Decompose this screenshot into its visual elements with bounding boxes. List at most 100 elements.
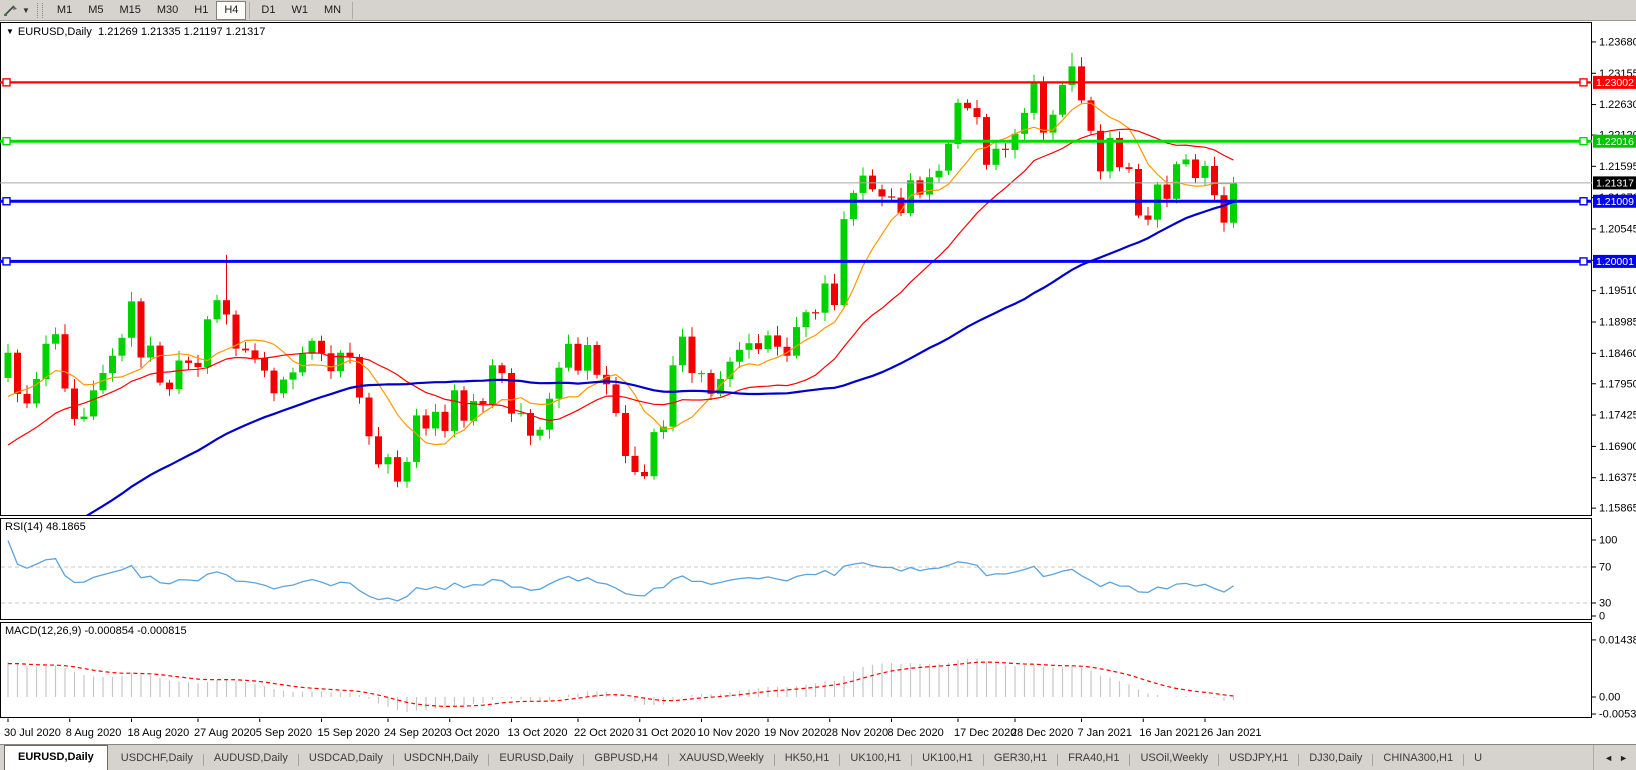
svg-text:1.20001: 1.20001 <box>1596 256 1634 268</box>
svg-text:10 Nov 2020: 10 Nov 2020 <box>698 727 760 739</box>
svg-text:24 Sep 2020: 24 Sep 2020 <box>384 727 446 739</box>
svg-text:0: 0 <box>1599 611 1605 623</box>
dropdown-caret-icon: ▼ <box>22 5 30 15</box>
chart-area[interactable]: 1.236801.231551.226301.221201.215951.210… <box>0 0 1636 744</box>
svg-text:1.16900: 1.16900 <box>1599 441 1636 453</box>
mt4-window: { "toolbar": { "timeframes": ["M1","M5",… <box>0 0 1636 770</box>
svg-text:22 Oct 2020: 22 Oct 2020 <box>574 727 634 739</box>
timeframe-M15[interactable]: M15 <box>111 1 148 20</box>
svg-text:8 Dec 2020: 8 Dec 2020 <box>888 727 944 739</box>
chart-title: ▼ EURUSD,Daily 1.21269 1.21335 1.21197 1.… <box>6 26 265 38</box>
svg-text:1.18985: 1.18985 <box>1599 317 1636 329</box>
macd-label: MACD(12,26,9) -0.000854 -0.000815 <box>5 625 187 637</box>
svg-text:1.20545: 1.20545 <box>1599 223 1636 235</box>
price-badge-1.23002: 1.23002 <box>1593 75 1636 89</box>
chart-tab-XAUUSD-Weekly[interactable]: XAUUSD,Weekly <box>669 747 774 770</box>
timeframe-H1[interactable]: H1 <box>186 1 216 20</box>
chart-tab-USDCHF-Daily[interactable]: USDCHF,Daily <box>111 747 203 770</box>
svg-text:1.21317: 1.21317 <box>1596 178 1634 190</box>
svg-text:-0.005396: -0.005396 <box>1599 709 1636 721</box>
tab-scroll-left-icon[interactable]: ◄ <box>1604 753 1613 763</box>
chart-tab-U[interactable]: U <box>1464 747 1492 770</box>
chart-tab-DJ30-Daily[interactable]: DJ30,Daily <box>1299 747 1372 770</box>
svg-text:1.22016: 1.22016 <box>1596 136 1634 148</box>
chart-tab-UK100-H1[interactable]: UK100,H1 <box>912 747 983 770</box>
svg-text:100: 100 <box>1599 535 1617 547</box>
line-handle[interactable] <box>2 136 11 146</box>
svg-text:1.23680: 1.23680 <box>1599 36 1636 48</box>
svg-text:1.16375: 1.16375 <box>1599 472 1636 484</box>
line-handle[interactable] <box>1579 257 1588 266</box>
timeframe-W1[interactable]: W1 <box>283 1 316 20</box>
svg-text:3 Oct 2020: 3 Oct 2020 <box>446 727 500 739</box>
svg-text:70: 70 <box>1599 562 1611 574</box>
line-handle[interactable] <box>1579 136 1588 146</box>
svg-text:1.17425: 1.17425 <box>1599 410 1636 422</box>
svg-text:0.00: 0.00 <box>1599 692 1620 704</box>
toolbar-separator <box>249 1 251 19</box>
toolbar-grip[interactable] <box>36 2 43 18</box>
svg-text:1.15865: 1.15865 <box>1599 503 1636 515</box>
chart-tab-UK100-H1[interactable]: UK100,H1 <box>840 747 911 770</box>
chart-symbol-label: EURUSD,Daily <box>17 26 92 38</box>
svg-text:13 Oct 2020: 13 Oct 2020 <box>508 727 568 739</box>
chart-tab-CHINA300-H1[interactable]: CHINA300,H1 <box>1373 747 1463 770</box>
toolbar-separator <box>352 1 354 19</box>
svg-text:16 Jan 2021: 16 Jan 2021 <box>1139 727 1200 739</box>
svg-text:1.21595: 1.21595 <box>1599 161 1636 173</box>
svg-text:31 Oct 2020: 31 Oct 2020 <box>636 727 696 739</box>
chart-quote-line: 1.21269 1.21335 1.21197 1.21317 <box>98 26 266 38</box>
timeframe-H4[interactable]: H4 <box>216 0 247 20</box>
chart-tab-GER30-H1[interactable]: GER30,H1 <box>984 747 1057 770</box>
svg-text:1.18460: 1.18460 <box>1599 348 1636 360</box>
chart-tab-FRA40-H1[interactable]: FRA40,H1 <box>1058 747 1129 770</box>
line-handle[interactable] <box>2 78 11 87</box>
drawing-tool-icon <box>4 5 17 16</box>
svg-text:5 Sep 2020: 5 Sep 2020 <box>256 727 312 739</box>
chart-tab-GBPUSD-H4[interactable]: GBPUSD,H4 <box>584 747 668 770</box>
timeframe-D1[interactable]: D1 <box>253 1 283 20</box>
svg-text:30: 30 <box>1599 598 1611 610</box>
timeframe-M5[interactable]: M5 <box>80 1 111 20</box>
line-handle[interactable] <box>2 197 11 206</box>
svg-text:19 Nov 2020: 19 Nov 2020 <box>764 727 826 739</box>
timeframe-toolbar: ▼ M1 M5 M15 M30 H1 H4 D1 W1 MN <box>0 0 1636 21</box>
svg-text:1.19510: 1.19510 <box>1599 285 1636 297</box>
chart-tab-USOil-Weekly[interactable]: USOil,Weekly <box>1130 747 1218 770</box>
chart-tab-EURUSD-Daily[interactable]: EURUSD,Daily <box>4 745 108 770</box>
svg-text:27 Aug 2020: 27 Aug 2020 <box>194 727 256 739</box>
svg-text:17 Dec 2020: 17 Dec 2020 <box>954 727 1016 739</box>
price-badge-1.21009: 1.21009 <box>1593 194 1636 208</box>
svg-text:1.17950: 1.17950 <box>1599 378 1636 390</box>
timeframe-MN[interactable]: MN <box>316 1 349 20</box>
svg-text:7 Jan 2021: 7 Jan 2021 <box>1078 727 1132 739</box>
line-handle[interactable] <box>1579 197 1588 206</box>
price-badge-1.22016: 1.22016 <box>1593 134 1636 148</box>
svg-text:30 Jul 2020: 30 Jul 2020 <box>4 727 61 739</box>
drawing-tool-button[interactable]: ▼ <box>3 3 30 17</box>
svg-text:18 Aug 2020: 18 Aug 2020 <box>128 727 190 739</box>
svg-text:26 Jan 2021: 26 Jan 2021 <box>1201 727 1262 739</box>
tab-scroll-arrows: ◄ ► <box>1593 745 1636 770</box>
line-handle[interactable] <box>1579 78 1588 87</box>
svg-text:1.22630: 1.22630 <box>1599 99 1636 111</box>
line-handle[interactable] <box>2 257 11 266</box>
rsi-label: RSI(14) 48.1865 <box>5 521 86 533</box>
timeframe-M30[interactable]: M30 <box>149 1 186 20</box>
chart-tab-USDCAD-Daily[interactable]: USDCAD,Daily <box>299 747 393 770</box>
collapse-icon[interactable]: ▼ <box>6 27 14 36</box>
svg-text:15 Sep 2020: 15 Sep 2020 <box>318 727 380 739</box>
svg-text:28 Dec 2020: 28 Dec 2020 <box>1011 727 1073 739</box>
svg-text:28 Nov 2020: 28 Nov 2020 <box>826 727 888 739</box>
chart-tab-EURUSD-Daily[interactable]: EURUSD,Daily <box>489 747 583 770</box>
chart-tab-bar: EURUSD,Daily USDCHF,Daily AUDUSD,Daily USDC… <box>0 744 1636 770</box>
chart-tab-USDCNH-Daily[interactable]: USDCNH,Daily <box>394 747 489 770</box>
timeframe-M1[interactable]: M1 <box>49 1 80 20</box>
svg-text:0.014384: 0.014384 <box>1599 634 1636 646</box>
svg-text:8 Aug 2020: 8 Aug 2020 <box>66 727 122 739</box>
chart-tab-USDJPY-H1[interactable]: USDJPY,H1 <box>1219 747 1298 770</box>
price-badge-1.21317: 1.21317 <box>1593 176 1636 190</box>
chart-tab-HK50-H1[interactable]: HK50,H1 <box>775 747 840 770</box>
chart-tab-AUDUSD-Daily[interactable]: AUDUSD,Daily <box>204 747 298 770</box>
tab-scroll-right-icon[interactable]: ► <box>1619 753 1628 763</box>
